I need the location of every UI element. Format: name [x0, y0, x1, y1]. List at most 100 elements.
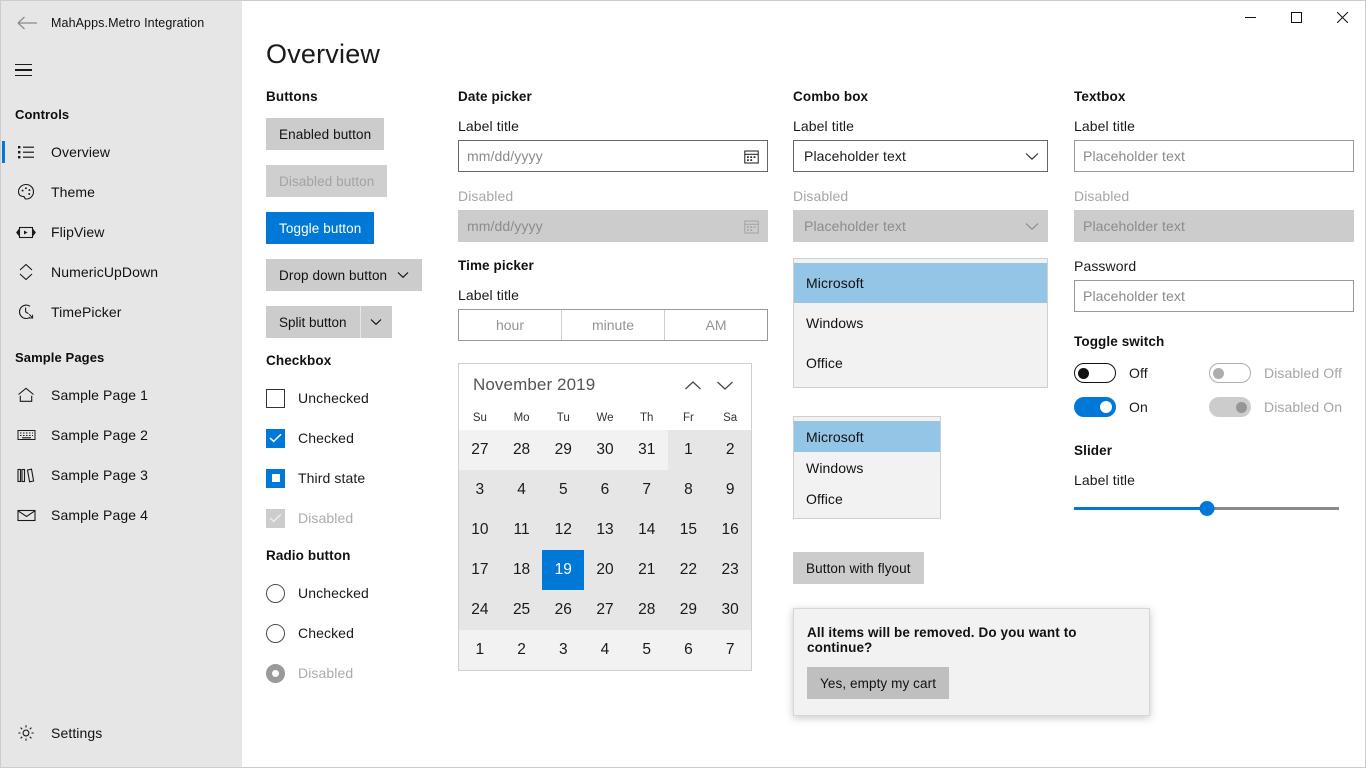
sidebar-item-flipview[interactable]: FlipView: [1, 212, 242, 252]
chevron-up-icon[interactable]: [677, 369, 709, 401]
calendar-day-cell[interactable]: 21: [626, 550, 668, 590]
calendar-day-cell[interactable]: 9: [709, 470, 751, 510]
calendar-day-cell[interactable]: 29: [668, 590, 710, 630]
timepicker-minute[interactable]: minute: [562, 310, 665, 340]
calendar-day-cell[interactable]: 7: [709, 630, 751, 670]
timepicker-hour[interactable]: hour: [459, 310, 562, 340]
calendar-month-label[interactable]: November 2019: [473, 375, 677, 395]
calendar-day-cell[interactable]: 13: [584, 510, 626, 550]
sidebar-item-sample-page-3[interactable]: Sample Page 3: [1, 455, 242, 495]
sidebar-item-numericupdown[interactable]: NumericUpDown: [1, 252, 242, 292]
calendar-day-cell[interactable]: 25: [501, 590, 543, 630]
calendar-day-cell[interactable]: 1: [668, 430, 710, 470]
calendar-day-cell[interactable]: 4: [584, 630, 626, 670]
split-button[interactable]: Split button: [266, 306, 446, 338]
sidebar-item-sample-page-2[interactable]: Sample Page 2: [1, 415, 242, 455]
calendar-day-cell[interactable]: 15: [668, 510, 710, 550]
listbox-item[interactable]: Windows: [794, 303, 1047, 343]
sidebar-item-sample-page-1[interactable]: Sample Page 1: [1, 375, 242, 415]
flyout-button[interactable]: Button with flyout: [793, 552, 924, 584]
calendar-day-cell[interactable]: 31: [625, 430, 668, 470]
calendar-day-cell[interactable]: 14: [626, 510, 668, 550]
hamburger-icon[interactable]: [1, 51, 45, 89]
listbox-item[interactable]: Office: [794, 483, 940, 514]
toggle-switch-on[interactable]: [1074, 397, 1116, 417]
calendar-day-cell[interactable]: 20: [584, 550, 626, 590]
calendar-day-cell[interactable]: 18: [501, 550, 543, 590]
calendar-day-cell[interactable]: 3: [542, 630, 585, 670]
calendar-day-cell[interactable]: 11: [501, 510, 543, 550]
listbox-item[interactable]: Windows: [794, 452, 940, 483]
combobox-input[interactable]: Placeholder text: [793, 140, 1048, 172]
close-button[interactable]: [1319, 1, 1365, 33]
password-input[interactable]: Placeholder text: [1074, 280, 1354, 312]
calendar-day-cell[interactable]: 28: [500, 430, 543, 470]
back-arrow-icon[interactable]: [9, 4, 47, 42]
calendar-day-cell[interactable]: 5: [625, 630, 668, 670]
timepicker-meridiem[interactable]: AM: [665, 310, 767, 340]
datepicker-input[interactable]: mm/dd/yyyy: [458, 140, 768, 172]
checkbox-checked[interactable]: [266, 428, 285, 448]
calendar-day-cell[interactable]: 16: [709, 510, 751, 550]
calendar-day-cell[interactable]: 19: [542, 550, 585, 590]
calendar-day-cell[interactable]: 27: [459, 430, 501, 470]
listbox-small[interactable]: Microsoft Windows Office: [793, 416, 941, 519]
radio-checked-row[interactable]: Checked: [266, 617, 446, 649]
radio-checked[interactable]: [266, 623, 285, 643]
calendar-day-cell[interactable]: 22: [668, 550, 710, 590]
calendar-day-cell[interactable]: 30: [709, 590, 751, 630]
calendar-day-cell[interactable]: 17: [459, 550, 501, 590]
calendar-day-cell[interactable]: 28: [626, 590, 668, 630]
textbox-input[interactable]: Placeholder text: [1074, 140, 1354, 172]
enabled-button[interactable]: Enabled button: [266, 118, 385, 150]
calendar-day-cell[interactable]: 2: [500, 630, 543, 670]
calendar-day-cell[interactable]: 29: [542, 430, 585, 470]
calendar-day-cell[interactable]: 12: [542, 510, 584, 550]
listbox-item[interactable]: Microsoft: [794, 421, 940, 452]
listbox-item[interactable]: Microsoft: [794, 263, 1047, 303]
calendar-day-cell[interactable]: 1: [459, 630, 501, 670]
toggle-switch-off[interactable]: [1074, 363, 1116, 383]
calendar-day-cell[interactable]: 23: [709, 550, 751, 590]
minimize-button[interactable]: [1227, 1, 1273, 33]
calendar-day-cell[interactable]: 4: [501, 470, 543, 510]
listbox-item[interactable]: Office: [794, 343, 1047, 383]
checkbox-unchecked-row[interactable]: Unchecked: [266, 382, 446, 414]
sidebar-item-theme[interactable]: Theme: [1, 172, 242, 212]
toggleswitch-off-cell[interactable]: Off: [1074, 363, 1209, 383]
calendar-icon[interactable]: [744, 149, 759, 164]
listbox-large[interactable]: Microsoft Windows Office: [793, 258, 1048, 388]
radio-unchecked-row[interactable]: Unchecked: [266, 577, 446, 609]
toggleswitch-on-cell[interactable]: On: [1074, 397, 1209, 417]
sidebar-item-timepicker[interactable]: TimePicker: [1, 292, 242, 332]
calendar-day-cell[interactable]: 3: [459, 470, 501, 510]
radio-unchecked[interactable]: [266, 583, 285, 603]
calendar-day-cell[interactable]: 26: [542, 590, 584, 630]
sidebar-item-settings[interactable]: Settings: [1, 713, 242, 753]
calendar-day-cell[interactable]: 24: [459, 590, 501, 630]
calendar-day-cell[interactable]: 7: [626, 470, 668, 510]
calendar-day-cell[interactable]: 10: [459, 510, 501, 550]
calendar-day-cell[interactable]: 5: [542, 470, 584, 510]
chevron-down-icon[interactable]: [709, 369, 741, 401]
sidebar-item-overview[interactable]: Overview: [1, 132, 242, 172]
checkbox-third-state[interactable]: [266, 468, 285, 488]
checkbox-third-state-row[interactable]: Third state: [266, 462, 446, 494]
split-button-label[interactable]: Split button: [266, 306, 360, 338]
calendar-day-cell[interactable]: 2: [709, 430, 751, 470]
calendar-day-cell[interactable]: 8: [668, 470, 710, 510]
calendar-day-cell[interactable]: 6: [667, 630, 710, 670]
toggle-button[interactable]: Toggle button: [266, 212, 375, 244]
slider-thumb[interactable]: [1199, 501, 1214, 516]
flyout-confirm-button[interactable]: Yes, empty my cart: [807, 667, 950, 699]
calendar-day-cell[interactable]: 27: [584, 590, 626, 630]
checkbox-checked-row[interactable]: Checked: [266, 422, 446, 454]
split-button-chevron-down-icon[interactable]: [359, 306, 392, 338]
timepicker-input[interactable]: hour minute AM: [458, 309, 768, 341]
calendar-day-cell[interactable]: 30: [584, 430, 626, 470]
maximize-button[interactable]: [1273, 1, 1319, 33]
dropdown-button[interactable]: Drop down button: [266, 259, 423, 291]
sidebar-item-sample-page-4[interactable]: Sample Page 4: [1, 495, 242, 535]
checkbox-unchecked[interactable]: [266, 388, 285, 408]
chevron-down-icon[interactable]: [1025, 148, 1039, 164]
